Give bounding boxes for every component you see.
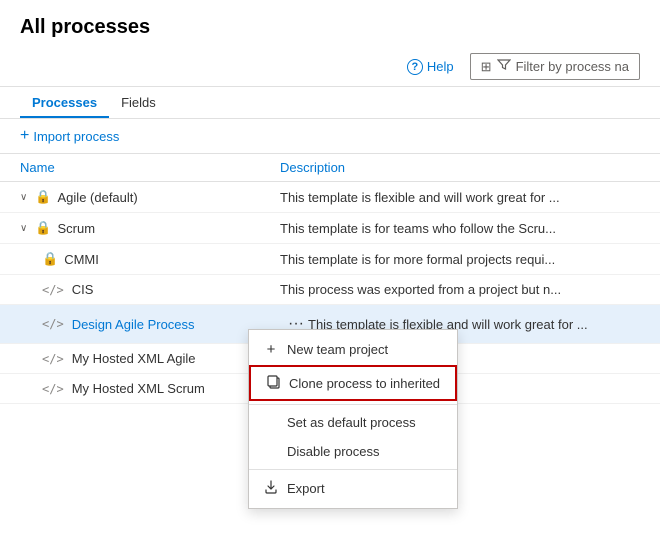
row-desc-cell: This process was exported from a project… — [280, 282, 640, 297]
menu-divider — [249, 469, 457, 470]
lock-icon: 🔒 — [35, 220, 51, 236]
ctx-item-label: Export — [287, 481, 325, 496]
row-name-cell: </> CIS — [20, 282, 280, 297]
code-icon: </> — [42, 283, 64, 297]
row-desc-cell: This template is flexible and will work … — [280, 190, 640, 205]
filter-icon-funnel — [497, 58, 511, 75]
export-icon — [263, 480, 279, 497]
menu-divider — [249, 404, 457, 405]
row-name-cell: </> My Hosted XML Scrum — [20, 381, 280, 396]
col-name-header: Name — [20, 160, 280, 175]
process-name[interactable]: My Hosted XML Agile — [72, 351, 196, 366]
top-bar: ? Help ⊞ Filter by process na — [0, 47, 660, 87]
code-icon: </> — [42, 317, 64, 331]
tab-fields[interactable]: Fields — [109, 87, 168, 118]
help-circle-icon: ? — [407, 59, 423, 75]
ctx-item-label: Clone process to inherited — [289, 376, 440, 391]
ctx-item-label: Disable process — [287, 444, 380, 459]
code-icon: </> — [42, 382, 64, 396]
row-name-cell: ∨ 🔒 Scrum — [20, 220, 280, 236]
chevron-down-icon: ∨ — [20, 223, 27, 234]
filter-placeholder: Filter by process na — [516, 59, 629, 74]
filter-box[interactable]: ⊞ Filter by process na — [470, 53, 640, 80]
row-name-cell: ∨ 🔒 Agile (default) — [20, 189, 280, 205]
ctx-export[interactable]: Export — [249, 473, 457, 504]
context-menu: + New team project Clone process to inhe… — [248, 329, 458, 509]
page-header: All processes — [0, 0, 660, 39]
plus-icon: + — [263, 341, 279, 358]
col-desc-header: Description — [280, 160, 640, 175]
process-name-link[interactable]: Design Agile Process — [72, 317, 195, 332]
row-desc-cell: This template is for teams who follow th… — [280, 221, 640, 236]
code-icon: </> — [42, 352, 64, 366]
tab-processes[interactable]: Processes — [20, 87, 109, 118]
help-link[interactable]: ? Help — [407, 59, 454, 75]
ctx-clone-process[interactable]: Clone process to inherited — [249, 365, 457, 401]
process-name[interactable]: CMMI — [64, 252, 99, 267]
table-row: 🔒 CMMI This template is for more formal … — [0, 244, 660, 275]
table-row-design-agile: </> Design Agile Process ··· This templa… — [0, 305, 660, 344]
row-desc-cell: This template is for more formal project… — [280, 252, 640, 267]
table-row: ∨ 🔒 Agile (default) This template is fle… — [0, 182, 660, 213]
processes-table: Name Description ∨ 🔒 Agile (default) Thi… — [0, 154, 660, 404]
process-name[interactable]: CIS — [72, 282, 94, 297]
row-name-cell: 🔒 CMMI — [20, 251, 280, 267]
clone-icon — [265, 374, 281, 392]
table-header: Name Description — [0, 154, 660, 182]
chevron-down-icon: ∨ — [20, 192, 27, 203]
table-row: ∨ 🔒 Scrum This template is for teams who… — [0, 213, 660, 244]
ctx-item-label: Set as default process — [287, 415, 416, 430]
ctx-new-team-project[interactable]: + New team project — [249, 334, 457, 365]
plus-icon: + — [20, 127, 29, 145]
help-label: Help — [427, 59, 454, 74]
process-name[interactable]: My Hosted XML Scrum — [72, 381, 205, 396]
row-name-cell: </> Design Agile Process — [20, 317, 280, 332]
process-name[interactable]: Scrum — [58, 221, 96, 236]
toolbar: + Import process — [0, 119, 660, 154]
ctx-disable-process[interactable]: Disable process — [249, 437, 457, 466]
ctx-set-default[interactable]: Set as default process — [249, 408, 457, 437]
lock-icon: 🔒 — [35, 189, 51, 205]
lock-icon: 🔒 — [42, 251, 58, 267]
process-name[interactable]: Agile (default) — [58, 190, 138, 205]
tabs-bar: Processes Fields — [0, 87, 660, 119]
import-process-button[interactable]: + Import process — [20, 127, 119, 145]
filter-icon: ⊞ — [481, 59, 492, 75]
import-label: Import process — [33, 129, 119, 144]
table-row: </> CIS This process was exported from a… — [0, 275, 660, 305]
row-name-cell: </> My Hosted XML Agile — [20, 351, 280, 366]
ctx-item-label: New team project — [287, 342, 388, 357]
page-title: All processes — [20, 16, 640, 39]
